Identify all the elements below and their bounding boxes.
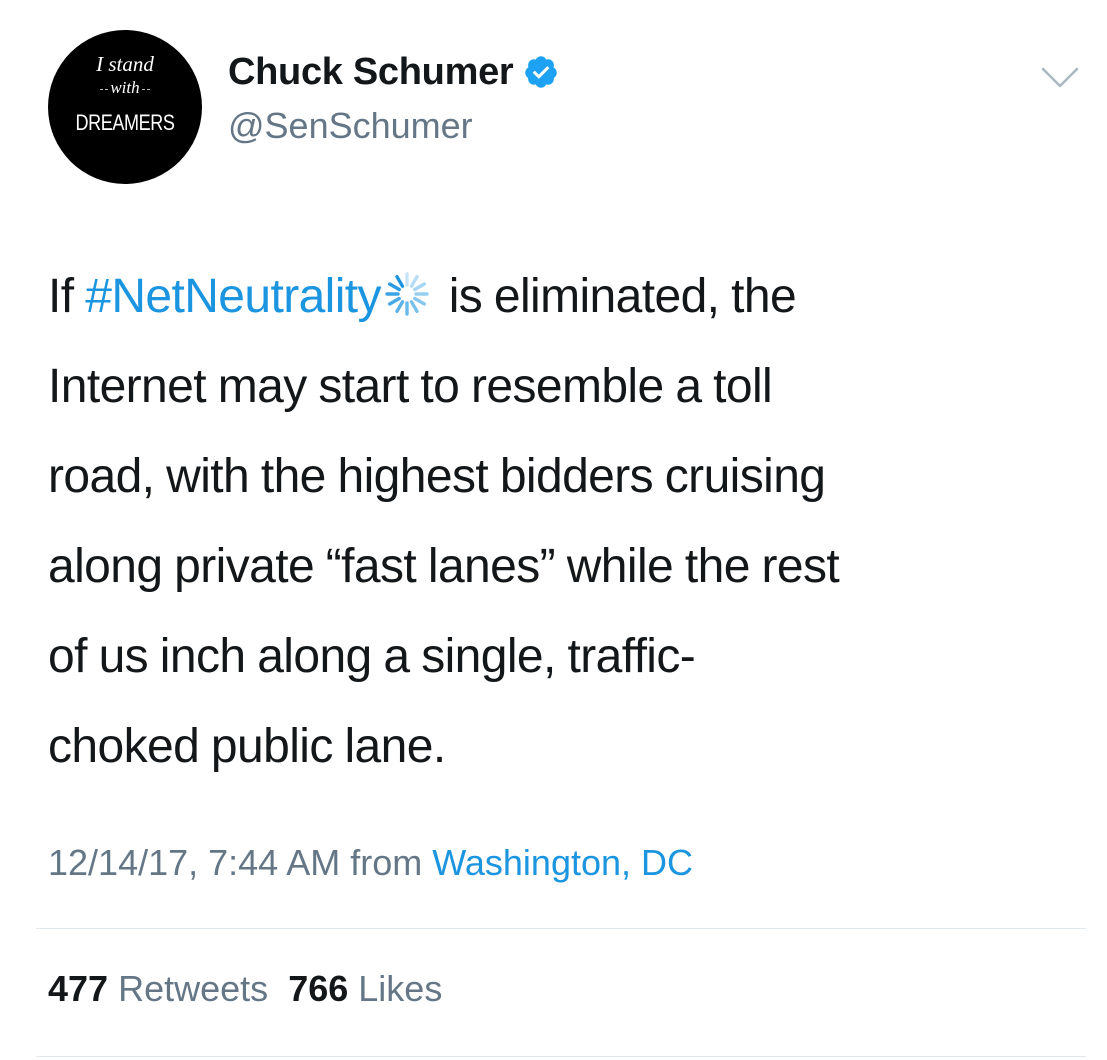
avatar-dash-right	[141, 88, 150, 90]
spinner-spoke	[409, 300, 419, 314]
tweet-meta: 12/14/17, 7:44 AM from Washington, DC	[48, 842, 693, 884]
retweets-stat[interactable]: 477 Retweets	[48, 968, 268, 1009]
avatar-text-line2: with	[48, 78, 202, 98]
avatar-text-line3: DREAMERS	[75, 110, 175, 135]
likes-stat[interactable]: 766 Likes	[288, 968, 442, 1009]
tweet-card: I stand with DREAMERS Chuck Schumer @Sen…	[0, 0, 1107, 1060]
spinner-spoke	[409, 274, 419, 288]
location-link[interactable]: Washington, DC	[432, 842, 693, 883]
tweet-text: If #NetNeutrality is eliminated, the Int…	[48, 252, 1088, 792]
user-handle[interactable]: @SenSchumer	[228, 105, 473, 147]
spinner-spoke	[413, 282, 426, 292]
verified-badge-icon	[525, 56, 558, 88]
likes-count: 766	[288, 968, 349, 1009]
spinner-spoke	[395, 300, 405, 314]
divider	[36, 928, 1086, 929]
tweet-text-line-6: choked public lane.	[48, 720, 446, 773]
tweet-text-segment: If	[48, 270, 86, 323]
spinner-spoke	[387, 296, 401, 306]
chevron-down-icon[interactable]	[1040, 66, 1080, 90]
tweet-text-segment: is eliminated, the	[436, 270, 797, 323]
hashtag-link[interactable]: #NetNeutrality	[85, 270, 381, 323]
loading-spinner-icon	[385, 272, 429, 316]
tweet-text-line-1: If #NetNeutrality is eliminated, the	[48, 252, 1088, 342]
likes-label: Likes	[358, 968, 443, 1009]
tweet-text-line-2: Internet may start to resemble a toll	[48, 360, 773, 413]
from-label: from	[350, 842, 423, 883]
avatar-text-line1: I stand	[96, 52, 154, 76]
display-name[interactable]: Chuck Schumer	[228, 51, 514, 94]
spinner-spoke	[387, 282, 401, 292]
timestamp[interactable]: 12/14/17, 7:44 AM	[48, 842, 340, 883]
display-name-row[interactable]: Chuck Schumer	[228, 48, 559, 96]
retweets-count: 477	[48, 968, 109, 1009]
tweet-stats: 477 Retweets 766 Likes	[48, 968, 442, 1010]
tweet-text-line-4: along private “fast lanes” while the res…	[48, 540, 840, 593]
spinner-spoke	[395, 274, 405, 288]
avatar[interactable]: I stand with DREAMERS	[48, 30, 202, 184]
avatar-dash-left	[100, 88, 109, 90]
tweet-text-line-5: of us inch along a single, traffic-	[48, 630, 696, 683]
divider	[36, 1056, 1086, 1057]
tweet-text-line-3: road, with the highest bidders cruising	[48, 450, 826, 503]
retweets-label: Retweets	[118, 968, 269, 1009]
spinner-spoke	[413, 296, 426, 306]
avatar-text-with: with	[110, 78, 140, 97]
